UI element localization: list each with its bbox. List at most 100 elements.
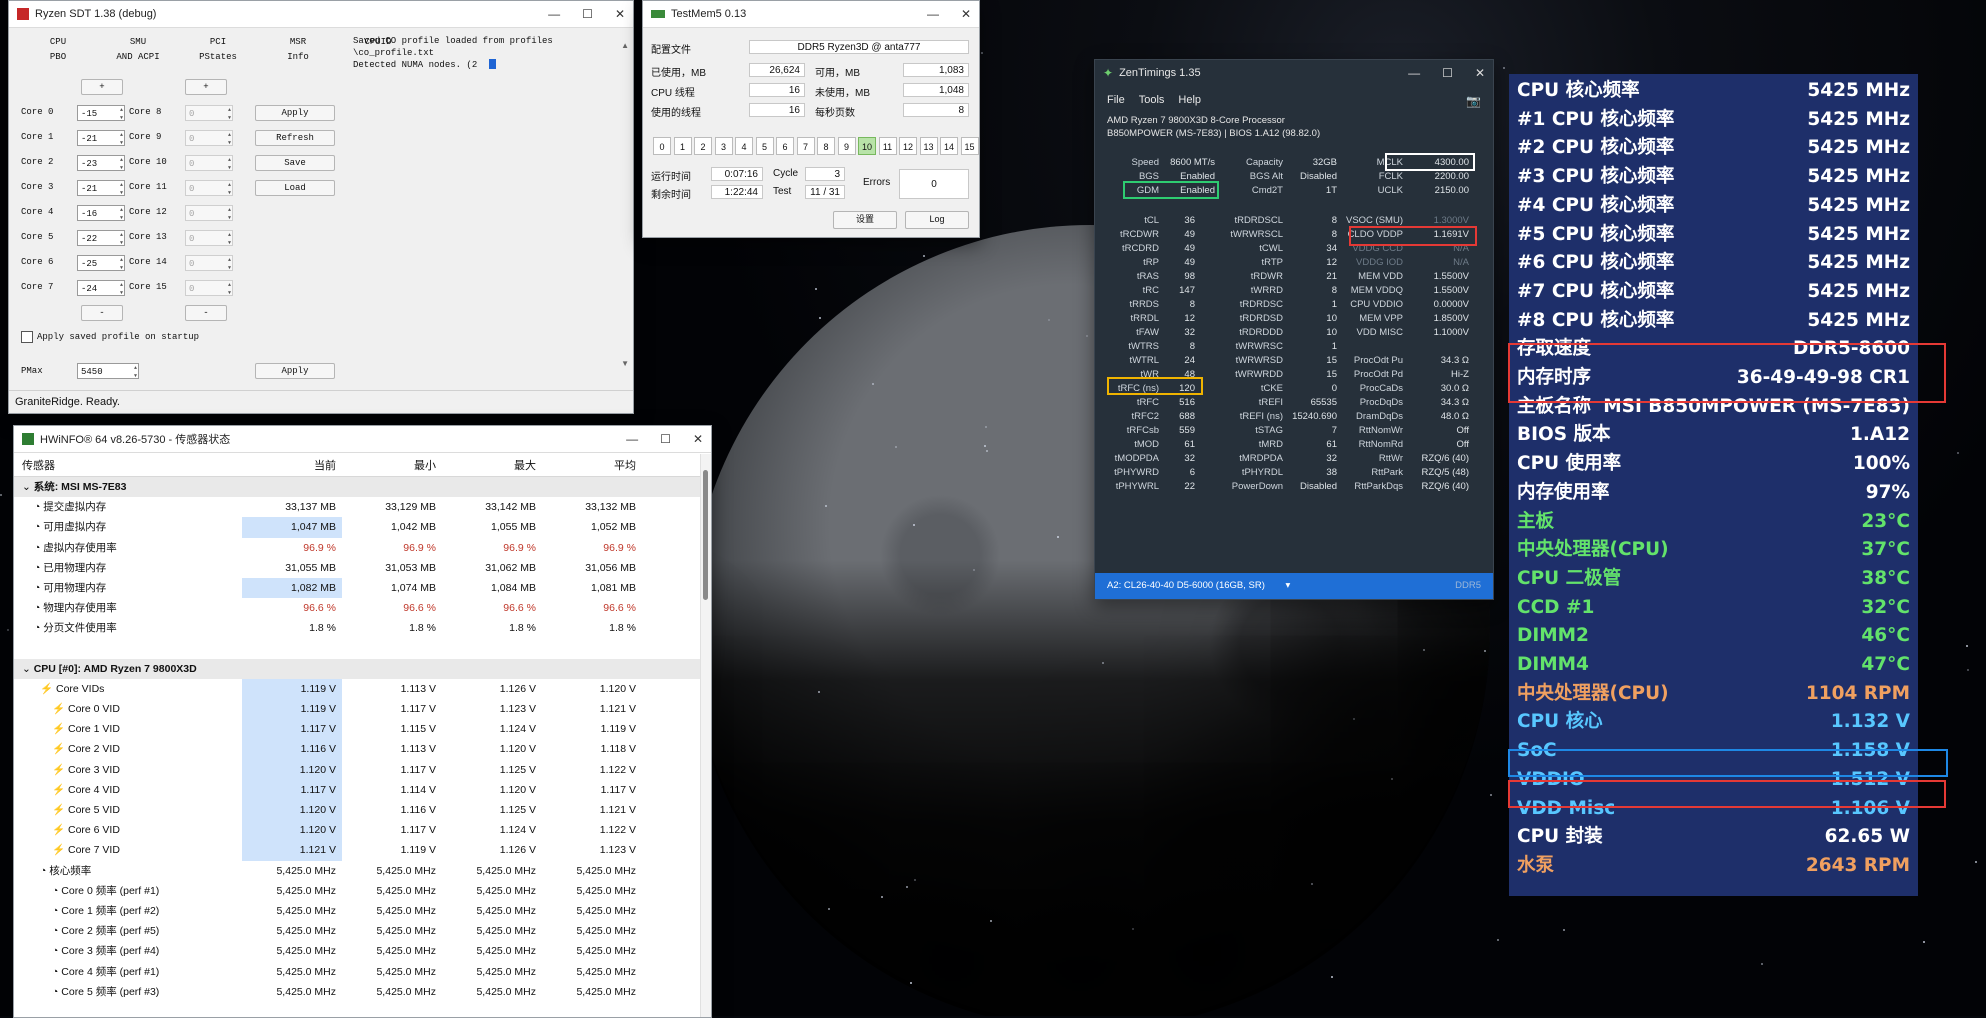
core-offset-input[interactable]: -16	[77, 205, 125, 222]
checkbox[interactable]	[21, 331, 33, 343]
column-header[interactable]: 传感器	[22, 457, 242, 473]
tab-and-acpi[interactable]: AND ACPI	[101, 50, 175, 65]
value-cell: 31,056 MB	[585, 561, 636, 574]
sensor-group-system[interactable]: ⌄ 系统: MSI MS-7E83	[14, 477, 711, 498]
chevron-down-icon[interactable]: ▾	[1286, 580, 1291, 591]
minimize-icon[interactable]: —	[548, 7, 560, 21]
tab-pbo[interactable]: PBO	[21, 50, 95, 65]
tab-msr[interactable]: MSR	[261, 35, 335, 50]
tab-info[interactable]: Info	[261, 50, 335, 65]
core-offset-input[interactable]: 0	[185, 180, 233, 197]
menu-file[interactable]: File	[1107, 94, 1125, 106]
close-icon[interactable]: ✕	[961, 7, 971, 21]
core-offset-input[interactable]: -22	[77, 230, 125, 247]
core-offset-input[interactable]: -23	[77, 155, 125, 172]
maximize-icon[interactable]: ☐	[582, 7, 593, 21]
menu-help[interactable]: Help	[1178, 94, 1201, 106]
table-row[interactable]: ◔ 可用虚拟内存 1,047 MB 1,042 MB 1,055 MB 1,052 MB	[14, 517, 711, 538]
table-row[interactable]: ⚡ Core 3 VID 1.120 V 1.117 V 1.125 V 1.122 V	[14, 759, 711, 780]
scrollbar-down[interactable]: ▼	[621, 359, 629, 368]
dimm-selector[interactable]: A2: CL26-40-40 D5-6000 (16GB, SR) ▾ DDR5	[1095, 573, 1493, 599]
close-icon[interactable]: ✕	[1475, 66, 1485, 80]
test-box: 10	[858, 137, 876, 155]
column-header[interactable]: 当前	[242, 457, 342, 473]
table-row[interactable]: ◔ Core 1 频率 (perf #2) 5,425.0 MHz 5,425.0 …	[14, 901, 711, 921]
table-row[interactable]: ◔ Core 0 频率 (perf #1) 5,425.0 MHz 5,425.0 …	[14, 881, 711, 901]
table-row[interactable]: ⚡ Core 4 VID 1.117 V 1.114 V 1.120 V 1.117 V	[14, 779, 711, 801]
zt-value: 1.3000V	[1433, 215, 1469, 226]
tab-smu[interactable]: SMU	[101, 35, 175, 50]
table-row[interactable]: ⚡ Core VIDs 1.119 V 1.113 V 1.126 V 1.120 V	[14, 678, 711, 700]
camera-icon[interactable]: 📷	[1466, 94, 1481, 108]
pmax-apply-button[interactable]: Apply	[255, 363, 335, 379]
remain-value: 1:22:44	[711, 185, 763, 199]
core-offset-input[interactable]: 0	[185, 155, 233, 172]
core-offset-input[interactable]: 0	[185, 205, 233, 222]
refresh-button[interactable]: Refresh	[255, 130, 335, 146]
column-header[interactable]: 平均	[542, 457, 642, 473]
table-row[interactable]: ◔ 物理内存使用率 96.6 % 96.6 % 96.6 % 96.6 %	[14, 598, 711, 618]
minimize-icon[interactable]: —	[1408, 66, 1420, 80]
table-row[interactable]: ◔ 虚拟内存使用率 96.9 % 96.9 % 96.9 % 96.9 %	[14, 538, 711, 558]
sub-bottom-right-button[interactable]: -	[185, 305, 227, 321]
load-button[interactable]: Load	[255, 180, 335, 196]
highlight-box-vddio	[1508, 780, 1946, 808]
log-button[interactable]: Log	[905, 211, 969, 229]
expand-icon[interactable]: ⌄	[22, 481, 34, 493]
table-row[interactable]: ◔ Core 2 频率 (perf #5) 5,425.0 MHz 5,425.0 …	[14, 921, 711, 941]
scrollbar[interactable]: ▲	[621, 41, 629, 50]
settings-button[interactable]: 设置	[833, 211, 897, 229]
core-offset-input[interactable]: 0	[185, 230, 233, 247]
maximize-icon[interactable]: ☐	[1442, 66, 1453, 80]
save-button[interactable]: Save	[255, 155, 335, 171]
table-row[interactable]: ◔ 可用物理内存 1,082 MB 1,074 MB 1,084 MB 1,081 MB	[14, 577, 711, 599]
table-row[interactable]: ⚡ Core 6 VID 1.120 V 1.117 V 1.124 V 1.122 V	[14, 820, 711, 841]
menu-tools[interactable]: Tools	[1139, 94, 1165, 106]
table-row[interactable]: ◔ Core 5 频率 (perf #3) 5,425.0 MHz 5,425.0 …	[14, 982, 711, 1002]
table-row[interactable]: ⚡ Core 1 VID 1.117 V 1.115 V 1.124 V 1.119 V	[14, 719, 711, 740]
core-offset-input[interactable]: 0	[185, 130, 233, 147]
scroll-thumb[interactable]	[703, 470, 708, 600]
table-row[interactable]: ⚡ Core 2 VID 1.116 V 1.113 V 1.120 V 1.118 V	[14, 739, 711, 760]
ryzen-sdt-titlebar[interactable]: Ryzen SDT 1.38 (debug) — ☐ ✕	[9, 1, 633, 28]
core-offset-input[interactable]: -21	[77, 130, 125, 147]
apply-button[interactable]: Apply	[255, 105, 335, 121]
column-header[interactable]: 最小	[342, 457, 442, 473]
minimize-icon[interactable]: —	[626, 432, 638, 446]
core-offset-input[interactable]: 0	[185, 105, 233, 122]
table-row[interactable]: ⚡ Core 5 VID 1.120 V 1.116 V 1.125 V 1.121 V	[14, 800, 711, 821]
close-icon[interactable]: ✕	[693, 432, 703, 446]
maximize-icon[interactable]: ☐	[660, 432, 671, 446]
add-top-left-button[interactable]: +	[81, 79, 123, 95]
core-offset-input[interactable]: -25	[77, 255, 125, 272]
table-row[interactable]: ◔ 核心频率 5,425.0 MHz 5,425.0 MHz 5,425.0 MHz 5…	[14, 861, 711, 881]
table-row[interactable]: ◔ 提交虚拟内存 33,137 MB 33,129 MB 33,142 MB 33,13…	[14, 497, 711, 517]
column-header[interactable]: 最大	[442, 457, 542, 473]
core-offset-input[interactable]: -24	[77, 280, 125, 297]
core-offset-input[interactable]: 0	[185, 255, 233, 272]
expand-icon[interactable]: ⌄	[22, 663, 34, 675]
zentimings-titlebar[interactable]: ✦ ZenTimings 1.35 — ☐ ✕	[1095, 60, 1493, 86]
scrollbar[interactable]	[700, 454, 711, 1017]
table-row[interactable]: ◔ 已用物理内存 31,055 MB 31,053 MB 31,062 MB 31,05…	[14, 558, 711, 578]
sub-bottom-left-button[interactable]: -	[81, 305, 123, 321]
minimize-icon[interactable]: —	[927, 7, 939, 21]
sensor-group-cpu[interactable]: ⌄ CPU [#0]: AMD Ryzen 7 9800X3D	[14, 658, 711, 679]
core-offset-input[interactable]: -21	[77, 180, 125, 197]
add-top-right-button[interactable]: +	[185, 79, 227, 95]
table-row[interactable]: ◔ 分页文件使用率 1.8 % 1.8 % 1.8 % 1.8 %	[14, 618, 711, 638]
close-icon[interactable]: ✕	[615, 7, 625, 21]
table-row[interactable]: ◔ Core 3 频率 (perf #4) 5,425.0 MHz 5,425.0 …	[14, 941, 711, 961]
table-row[interactable]: ◔ Core 4 频率 (perf #1) 5,425.0 MHz 5,425.0 …	[14, 962, 711, 982]
core-offset-input[interactable]: -15	[77, 105, 125, 122]
table-row[interactable]: ⚡ Core 7 VID 1.121 V 1.119 V 1.126 V 1.123 V	[14, 840, 711, 861]
pmax-input[interactable]: 5450	[77, 363, 139, 380]
tab-pci[interactable]: PCI	[181, 35, 255, 50]
core-offset-input[interactable]: 0	[185, 280, 233, 297]
testmem5-titlebar[interactable]: TestMem5 0.13 — ✕	[643, 1, 979, 28]
tab-cpu[interactable]: CPU	[21, 35, 95, 50]
apply-saved-checkbox-row[interactable]: Apply saved profile on startup	[21, 331, 199, 343]
table-row[interactable]: ⚡ Core 0 VID 1.119 V 1.117 V 1.123 V 1.121 V	[14, 699, 711, 720]
hwinfo-titlebar[interactable]: HWiNFO® 64 v8.26-5730 - 传感器状态 — ☐ ✕	[14, 426, 711, 453]
tab-pstates[interactable]: PStates	[181, 50, 255, 65]
